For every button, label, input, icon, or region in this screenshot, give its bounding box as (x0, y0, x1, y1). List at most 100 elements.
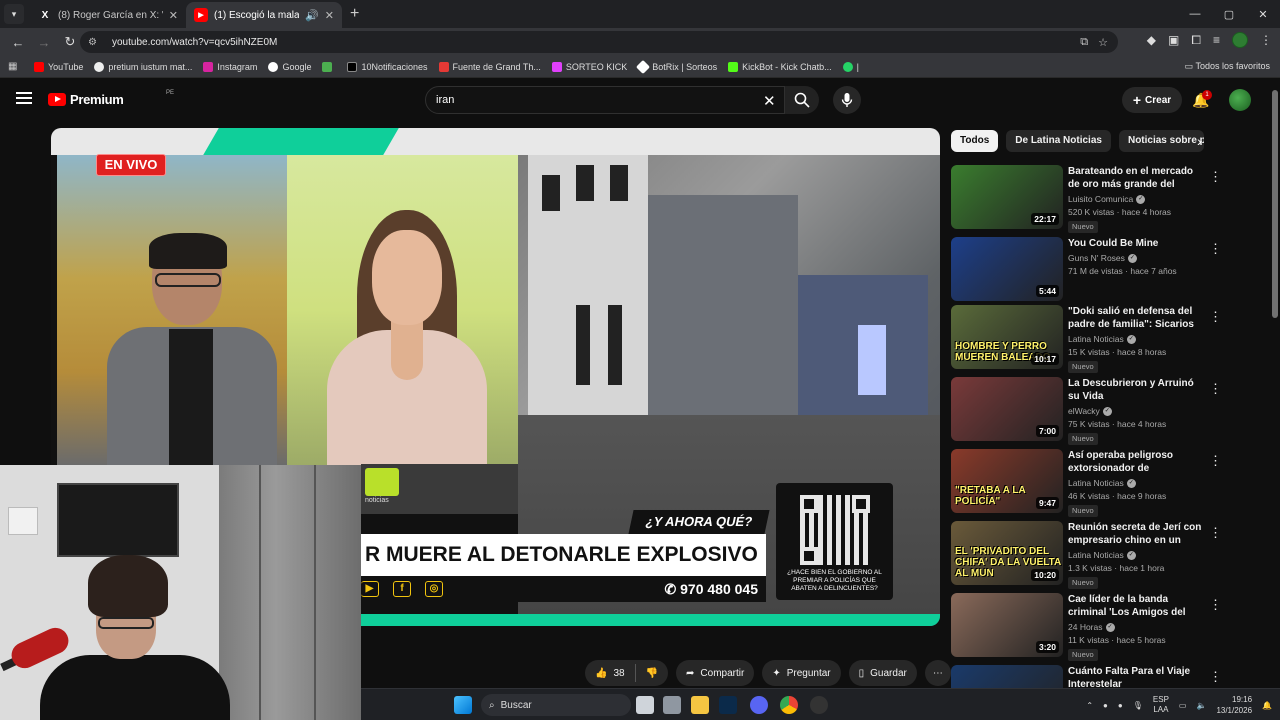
bookmark-botrix[interactable]: BotRix | Sorteos (636, 59, 717, 74)
profile-avatar[interactable] (1232, 32, 1248, 48)
clock[interactable]: 19:16 13/1/2026 (1216, 694, 1252, 716)
bookmark-kickbot[interactable]: KickBot - Kick Chatb... (728, 61, 832, 72)
media-icon[interactable]: ≡ (1213, 33, 1220, 47)
video-thumbnail[interactable]: "RETABA A LA POLICÍA" 9:47 (951, 449, 1063, 513)
chip-todos[interactable]: Todos (951, 130, 999, 152)
bookmark-fuente[interactable]: Fuente de Grand Th... (438, 61, 541, 72)
minimize-button[interactable]: — (1178, 0, 1212, 28)
volume-icon[interactable]: 🔈 (1196, 701, 1206, 710)
discord-icon[interactable] (750, 696, 768, 714)
save-button[interactable]: ▯ Guardar (848, 660, 917, 686)
reload-button[interactable]: ↻ (58, 34, 82, 50)
tray-app-icon[interactable]: ● (1118, 701, 1123, 710)
extension-icon[interactable]: ▣ (1168, 33, 1179, 47)
bookmark-instagram[interactable]: Instagram (203, 61, 257, 72)
recommendation-item[interactable]: 22:17 Barateando en el mercado de oro más… (951, 165, 1271, 233)
recommendation-title[interactable]: La Descubrieron y Arruinó su Vida (1068, 377, 1203, 403)
back-button[interactable]: ← (6, 35, 30, 50)
account-avatar[interactable] (1229, 89, 1251, 111)
more-actions-button[interactable]: ⋯ (924, 660, 951, 686)
channel-name[interactable]: Latina Noticias ✓ (1068, 478, 1136, 488)
more-vertical-icon[interactable]: ⋮ (1209, 453, 1222, 469)
task-view-icon[interactable] (636, 696, 654, 714)
recommendation-item[interactable]: HOMBRE Y PERRO MUEREN BALEADO 10:17 "Doki … (951, 305, 1271, 373)
search-input[interactable]: iran (425, 86, 785, 114)
new-tab-button[interactable]: + (350, 5, 359, 23)
tray-app-icon[interactable]: ● (1103, 701, 1108, 710)
browser-tab-x[interactable]: X (8) Roger García en X: "IRÁN: 2( ✕ (30, 2, 186, 28)
recommendation-title[interactable]: Reunión secreta de Jerí con empresario c… (1068, 521, 1203, 547)
channel-name[interactable]: Latina Noticias ✓ (1068, 334, 1136, 344)
recommendation-item[interactable]: 5:44 You Could Be Mine Guns N' Roses ✓ 71 M … (951, 237, 1271, 303)
tab-close-icon[interactable]: ✕ (325, 9, 334, 22)
chevron-right-icon[interactable]: › (1197, 133, 1202, 149)
channel-name[interactable]: Latina Noticias ✓ (1068, 550, 1136, 560)
network-icon[interactable]: ▭ (1179, 701, 1187, 710)
recommendation-title[interactable]: "Doki salió en defensa del padre de fami… (1068, 305, 1203, 331)
voice-search-button[interactable] (833, 86, 861, 114)
install-icon[interactable]: ⧉ (1080, 36, 1088, 49)
more-vertical-icon[interactable]: ⋮ (1209, 597, 1222, 613)
all-bookmarks-folder[interactable]: ▭ Todos los favoritos (1185, 61, 1270, 72)
tab-search-button[interactable]: ▾ (4, 4, 24, 24)
language-indicator[interactable]: ESP LAA (1153, 695, 1169, 715)
app-icon[interactable] (663, 696, 681, 714)
chip-noticias-politica[interactable]: Noticias sobre poli (1118, 130, 1204, 152)
browser-tab-youtube[interactable]: ▶ (1) Escogió la mala vida y m 🔊 ✕ (186, 2, 342, 28)
search-button[interactable] (785, 86, 819, 114)
create-button[interactable]: + Crear (1122, 87, 1182, 113)
recommendation-title[interactable]: Barateando en el mercado de oro más gran… (1068, 165, 1203, 191)
extensions-puzzle-icon[interactable]: ⧠ (1191, 33, 1201, 48)
extension-icon[interactable]: ◆ (1147, 33, 1156, 47)
share-button[interactable]: ➦ Compartir (676, 660, 755, 686)
tray-overflow-icon[interactable]: ⌃ (1086, 701, 1093, 710)
ask-button[interactable]: ✦ Preguntar (762, 660, 841, 686)
recommendation-title[interactable]: You Could Be Mine (1068, 237, 1203, 250)
browser-menu-icon[interactable]: ⋮ (1260, 33, 1272, 47)
taskbar-search[interactable]: ⌕ Buscar (481, 694, 631, 716)
more-vertical-icon[interactable]: ⋮ (1209, 169, 1222, 185)
video-thumbnail[interactable]: 3:20 (951, 593, 1063, 657)
more-vertical-icon[interactable]: ⋮ (1209, 525, 1222, 541)
bookmark-google[interactable]: Google (268, 61, 311, 72)
video-thumbnail[interactable]: 5:44 (951, 237, 1063, 301)
video-thumbnail[interactable]: HOMBRE Y PERRO MUEREN BALEADO 10:17 (951, 305, 1063, 369)
more-vertical-icon[interactable]: ⋮ (1209, 309, 1222, 325)
start-icon[interactable] (454, 696, 472, 714)
bookmark-10notificaciones[interactable]: 10Notificaciones (347, 61, 428, 72)
recommendation-item[interactable]: "RETABA A LA POLICÍA" 9:47 Así operaba pel… (951, 449, 1271, 517)
more-vertical-icon[interactable]: ⋮ (1209, 241, 1222, 257)
file-explorer-icon[interactable] (691, 696, 709, 714)
bookmark-youtube[interactable]: YouTube (34, 61, 83, 72)
address-bar[interactable]: ⚙ youtube.com/watch?v=qcv5ihNZE0M ⧉ ☆ (80, 31, 1118, 53)
channel-name[interactable]: Guns N' Roses ✓ (1068, 253, 1137, 263)
channel-name[interactable]: Luisito Comunica ✓ (1068, 194, 1146, 204)
clear-search-icon[interactable]: ✕ (763, 92, 776, 110)
chrome-icon[interactable] (780, 696, 798, 714)
bookmark-pretium[interactable]: pretium iustum mat... (94, 61, 192, 72)
channel-name[interactable]: 24 Horas ✓ (1068, 622, 1115, 632)
channel-name[interactable]: elWacky ✓ (1068, 406, 1112, 416)
menu-hamburger-icon[interactable] (16, 92, 32, 104)
apps-grid-icon[interactable]: ▦ (8, 61, 20, 73)
photoshop-icon[interactable] (719, 696, 737, 714)
video-thumbnail[interactable]: EL 'PRIVADITO DEL CHIFA' DA LA VUELTA AL… (951, 521, 1063, 585)
site-info-icon[interactable]: ⚙ (88, 37, 102, 48)
bookmark-star-icon[interactable]: ☆ (1098, 36, 1108, 49)
recommendation-item[interactable]: 7:00 La Descubrieron y Arruinó su Vida elW… (951, 377, 1271, 445)
tab-close-icon[interactable]: ✕ (169, 9, 178, 22)
dislike-button[interactable]: 👎 (636, 660, 668, 686)
tab-audio-icon[interactable]: 🔊 (305, 9, 319, 22)
recommendation-item[interactable]: 3:20 Cae líder de la banda criminal 'Los … (951, 593, 1271, 661)
youtube-logo[interactable]: Premium PE (48, 90, 174, 107)
bookmark-whatsapp[interactable]: | (842, 61, 859, 72)
recommendation-title[interactable]: Cae líder de la banda criminal 'Los Amig… (1068, 593, 1203, 619)
bookmark-sorteo-kick[interactable]: SORTEO KICK (551, 61, 627, 72)
close-window-button[interactable]: ✕ (1246, 0, 1280, 28)
bookmark-pinwheel[interactable] (322, 61, 336, 72)
tray-mic-icon[interactable]: 🎙 (1133, 701, 1143, 710)
more-vertical-icon[interactable]: ⋮ (1209, 669, 1222, 685)
recommendation-title[interactable]: Así operaba peligroso extorsionador de t… (1068, 449, 1203, 475)
video-thumbnail[interactable]: 7:00 (951, 377, 1063, 441)
chip-latina-noticias[interactable]: De Latina Noticias (1006, 130, 1111, 152)
